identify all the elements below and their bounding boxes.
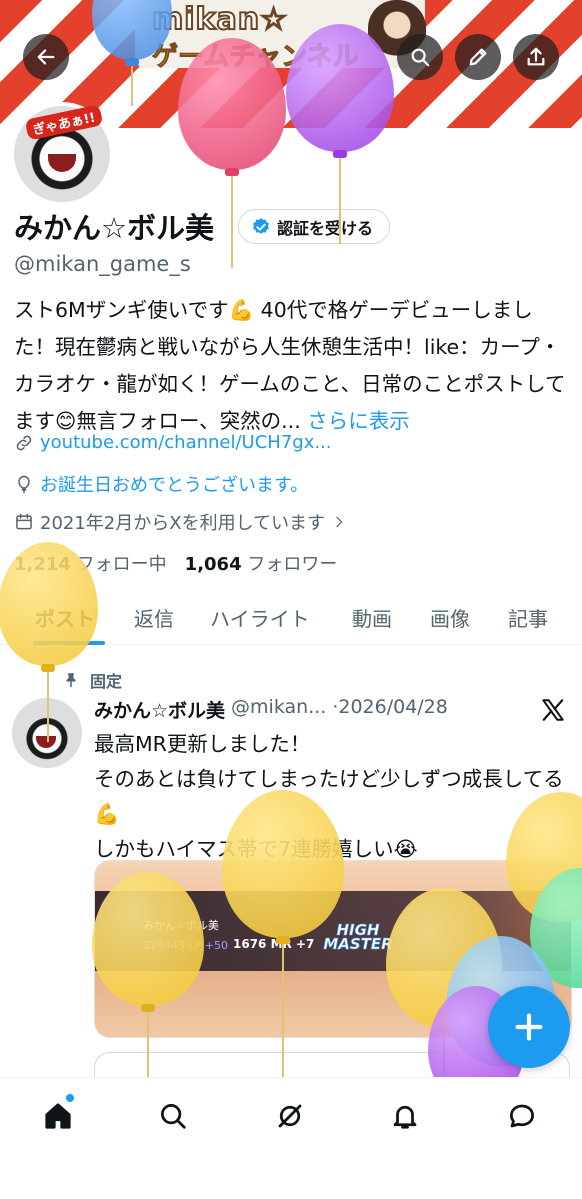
search-icon [161,1104,186,1129]
messages-icon [510,1104,534,1128]
search-button[interactable] [397,34,443,80]
pencil-icon [469,48,487,66]
media-mr: 1676 MR +7 [233,937,315,951]
media-rank: HIGH MASTER [323,921,393,953]
post-author-handle[interactable]: @mikan... [231,696,326,723]
post-date[interactable]: ·2026/04/28 [332,696,448,723]
verified-badge-icon [253,217,269,234]
chevron-right-icon [336,516,343,528]
pinned-label: 固定 [90,672,123,691]
post-header: みかん☆ボル美 @mikan... ·2026/04/28 [94,696,448,723]
plus-icon [515,1013,543,1041]
profile-joined-row[interactable]: 2021年2月からXを利用しています [14,509,347,535]
x-logo-icon[interactable] [540,697,566,723]
edit-button[interactable] [455,34,501,80]
joined-date: 2021年2月からXを利用しています [40,513,326,534]
home-notification-dot [66,1094,74,1102]
profile-handle: @mikan_game_s [14,252,191,276]
link-icon [16,435,32,450]
tab-highlights[interactable]: ハイライト [210,603,310,632]
profile-name: みかん☆ボル美 [14,211,214,245]
search-icon [411,48,430,67]
get-verified-label: 認証を受ける [277,218,374,238]
media-lp: 329443 LP +50 [143,939,228,952]
following-link[interactable]: 1,214 フォロー中 [14,550,167,576]
followers-count: 1,064 [184,554,242,575]
profile-bio: スト6Mザンギ使いです💪 40代で格ゲーデビューしました！現在鬱病と戦いながら人… [14,292,569,440]
tab-photos[interactable]: 画像 [430,603,470,632]
post-text: 最高MR更新しました！ そのあとは負けてしまったけど少しずつ成長してる💪 しかも… [94,732,564,861]
balloon-icon [18,475,30,494]
following-count: 1,214 [14,554,71,575]
pinned-indicator: 固定 [62,668,122,692]
media-player-name: みかん☆ボル美 [143,919,219,932]
birthday-message: お誕生日おめでとうございます。 [40,475,309,496]
compose-post-button[interactable] [488,986,570,1068]
tab-replies[interactable]: 返信 [134,603,174,632]
banner-logo-subtitle: ゲームチャンネル [151,42,359,73]
tab-articles[interactable]: 記事 [508,603,548,632]
post-author-name[interactable]: みかん☆ボル美 [94,696,225,723]
profile-tabs: ポスト 返信 ハイライト 動画 画像 記事 [0,593,582,645]
pin-icon [66,673,76,688]
nav-notifications[interactable] [385,1096,425,1136]
banner-logo-text: mikan☆ [151,1,288,38]
followers-label: フォロワー [247,554,338,575]
follow-stats: 1,214 フォロー中 1,064 フォロワー [14,550,337,576]
notifications-icon [393,1105,417,1129]
nav-messages[interactable] [502,1096,542,1136]
tab-posts[interactable]: ポスト [35,603,95,632]
back-button[interactable] [23,34,69,80]
home-icon [45,1103,71,1129]
tab-videos[interactable]: 動画 [352,603,392,632]
nav-home[interactable] [38,1096,78,1136]
post-author-avatar[interactable] [12,698,82,768]
profile-avatar[interactable]: ぎゃあぁ!! [10,102,114,206]
profile-website-link[interactable]: youtube.com/channel/UCH7gx... [40,432,332,453]
following-label: フォロー中 [76,554,167,575]
nav-search[interactable] [153,1096,193,1136]
share-icon [527,47,545,66]
followers-link[interactable]: 1,064 フォロワー [185,550,338,576]
nav-grok[interactable] [270,1096,310,1136]
get-verified-button[interactable]: 認証を受ける [238,209,391,244]
bottom-navigation [0,1077,582,1199]
active-tab-indicator [33,641,105,645]
calendar-icon [16,513,32,530]
profile-birthday-row: お誕生日おめでとうございます。 [14,471,308,497]
profile-link-row: youtube.com/channel/UCH7gx... [14,432,332,453]
grok-icon [278,1104,302,1128]
back-arrow-icon [37,49,55,65]
share-button[interactable] [513,34,559,80]
show-more-link[interactable]: さらに表示 [307,409,410,433]
bio-text: スト6Mザンギ使いです💪 40代で格ゲーデビューしました！現在鬱病と戦いながら人… [14,298,566,433]
